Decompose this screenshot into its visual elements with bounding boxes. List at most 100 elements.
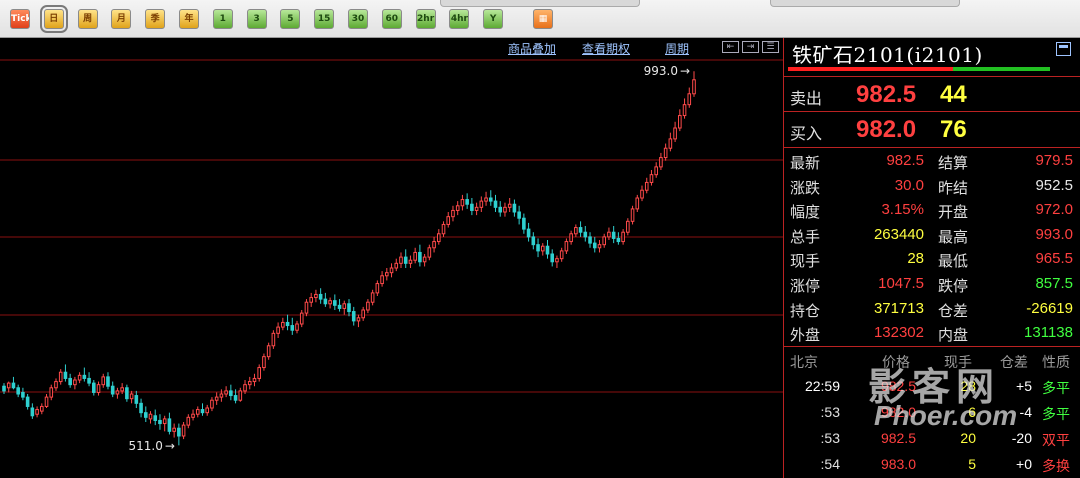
- stat-label: 昨结: [938, 178, 969, 197]
- chart-header: 商品叠加 查看期权 周期 ⇤ ⇥ ☰: [0, 38, 783, 58]
- candle: [607, 227, 611, 240]
- overlay-commodity-link[interactable]: 商品叠加: [508, 40, 556, 57]
- candle: [493, 194, 498, 212]
- candle: [484, 191, 488, 206]
- period-button-week[interactable]: 周: [77, 9, 98, 29]
- candle: [470, 198, 474, 216]
- candle: [692, 71, 696, 97]
- candle-body: [82, 374, 87, 379]
- candle-body: [257, 367, 262, 379]
- candle: [512, 199, 517, 217]
- candle-body: [106, 376, 110, 387]
- candle-body: [408, 259, 413, 264]
- candle-body: [517, 211, 521, 219]
- candlestick-chart[interactable]: 993.0 →511.0 →: [0, 38, 783, 478]
- low-price-label: 511.0: [129, 439, 163, 453]
- candle: [673, 121, 677, 142]
- candle: [181, 422, 186, 440]
- period-button-hour4[interactable]: 4hr: [449, 9, 470, 29]
- candle: [564, 238, 569, 254]
- expand-right-icon[interactable]: ⇥: [742, 41, 759, 53]
- period-button-tick[interactable]: Tick: [10, 9, 30, 29]
- period-button-month[interactable]: 月: [111, 9, 132, 29]
- buy-quote-row[interactable]: 买入 982.0 76: [784, 112, 1080, 148]
- period-button-min3[interactable]: 3: [246, 9, 267, 29]
- tick-row[interactable]: 22:59 982.5 28 +5 多平: [784, 374, 1080, 400]
- sell-quote-row[interactable]: 卖出 982.5 44: [784, 76, 1080, 112]
- stat-value: 965.5: [1035, 250, 1073, 268]
- candle: [219, 389, 224, 402]
- tick-price: 982.5: [880, 378, 916, 394]
- candle: [503, 202, 507, 217]
- candle: [394, 258, 399, 272]
- candle: [106, 372, 110, 390]
- sell-price[interactable]: 982.5: [856, 81, 916, 109]
- window-tab[interactable]: [440, 0, 640, 7]
- stat-label: 最新: [790, 154, 821, 172]
- candle-body: [333, 300, 337, 306]
- period-button-min60[interactable]: 60: [381, 9, 402, 29]
- candle-body: [512, 203, 517, 213]
- candle: [408, 255, 413, 268]
- candle: [583, 226, 588, 242]
- tick-time: :53: [820, 430, 840, 446]
- tick-row[interactable]: :53 982.0 6 -4 多平: [784, 400, 1080, 426]
- stat-value: -26619: [1026, 299, 1073, 317]
- candle: [210, 397, 214, 412]
- buy-ratio-fill: [953, 67, 1050, 71]
- candle: [87, 372, 91, 387]
- candle-body: [285, 321, 290, 327]
- candle: [602, 233, 607, 248]
- period-link[interactable]: 周期: [665, 40, 689, 57]
- candle-body: [649, 174, 654, 183]
- candle-body: [229, 390, 233, 397]
- window-toggle-icon[interactable]: [1056, 42, 1071, 56]
- period-button-custom[interactable]: Y: [483, 9, 504, 29]
- candle-body: [351, 311, 356, 322]
- shrink-left-icon[interactable]: ⇤: [722, 41, 739, 53]
- tick-price: 982.0: [880, 404, 916, 420]
- candle-body: [597, 244, 602, 249]
- candle-body: [616, 237, 621, 243]
- candle-body: [238, 390, 243, 401]
- candle: [91, 380, 96, 396]
- stat-value: 952.5: [1035, 176, 1073, 194]
- candle-body: [266, 345, 271, 358]
- candle: [474, 202, 479, 216]
- candle-body: [271, 332, 276, 347]
- view-options-link[interactable]: 查看期权: [582, 40, 630, 57]
- period-button-min15[interactable]: 15: [314, 9, 335, 29]
- candle-body: [422, 256, 427, 263]
- period-button-min5[interactable]: 5: [280, 9, 301, 29]
- tick-price: 982.5: [880, 430, 916, 446]
- sell-volume: 44: [940, 81, 967, 108]
- kline-chart[interactable]: 993.0 → 511.0 → 商品叠加 查看期权 周期 ⇤ ⇥ ☰: [0, 38, 783, 478]
- buy-price[interactable]: 982.0: [856, 116, 916, 144]
- buy-label: 买入: [790, 124, 823, 143]
- candle: [73, 376, 77, 390]
- period-button-hour2[interactable]: 2hr: [415, 9, 436, 29]
- period-button-season[interactable]: 季: [145, 9, 166, 29]
- period-button-grid[interactable]: ▦: [533, 9, 553, 29]
- period-button-min30[interactable]: 30: [348, 9, 368, 29]
- candle-body: [134, 395, 139, 404]
- period-button-min1[interactable]: 1: [212, 9, 233, 29]
- tick-row[interactable]: :54 983.0 5 +0 多换: [784, 452, 1080, 478]
- grid-toggle-icon[interactable]: ☰: [762, 41, 779, 53]
- tick-row[interactable]: :53 982.5 20 -20 双平: [784, 426, 1080, 452]
- candle-body: [153, 415, 158, 421]
- candle: [597, 240, 602, 253]
- period-button-year[interactable]: 年: [179, 9, 199, 29]
- candle: [555, 255, 559, 268]
- candle: [58, 369, 63, 385]
- tick-oi-change: -20: [1011, 430, 1032, 446]
- candle-body: [470, 203, 474, 211]
- period-button-day[interactable]: 日: [39, 5, 68, 33]
- window-tab-2[interactable]: [770, 0, 960, 7]
- candle-body: [347, 303, 351, 313]
- stat-value: 131138: [1024, 324, 1073, 342]
- candle-body: [522, 217, 526, 230]
- candle: [687, 87, 692, 108]
- candle: [333, 294, 337, 310]
- candle: [25, 394, 30, 410]
